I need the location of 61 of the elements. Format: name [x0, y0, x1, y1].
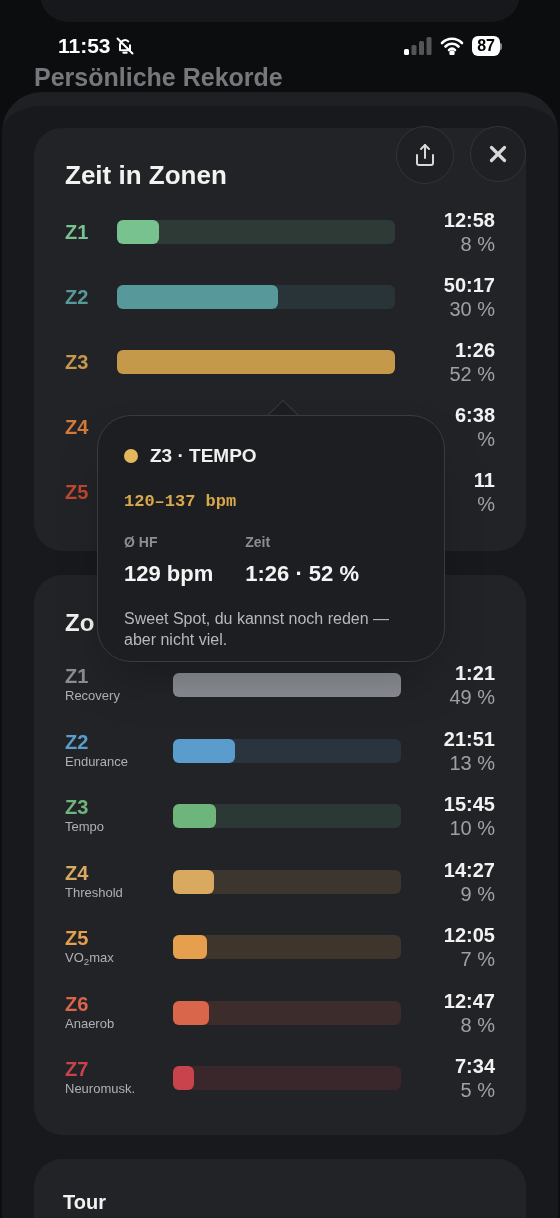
zone-time: 12:05 [443, 923, 495, 948]
zone-name: Threshold [65, 883, 124, 902]
zone-percent: 10 % [449, 816, 495, 841]
zone-time: 1:21 [454, 661, 495, 686]
zone-name: Neuromusk. [65, 1080, 137, 1099]
zone-percent: 7 % [460, 947, 495, 972]
zone-label: Z3 [65, 350, 90, 375]
zone-percent: 30 % [449, 297, 495, 321]
zone-name: Recovery [65, 687, 121, 706]
zone-label: Z5 [65, 480, 90, 505]
card-title: Tour [63, 1190, 106, 1213]
zone-label: Z3 [65, 796, 90, 819]
zone-time: 7:34 [454, 1054, 495, 1079]
zone-name: Endurance [65, 752, 129, 771]
zone-label: Z1 [65, 665, 90, 688]
zone-time: 12:47 [443, 988, 495, 1013]
zone-label: Z6 [65, 992, 90, 1015]
heart-rate-range: 120–137 bpm [124, 490, 238, 513]
zone-percent: % [477, 492, 495, 516]
zone-time: 14:27 [443, 857, 495, 882]
zone-name: VO$_{2}$max [65, 949, 115, 968]
card-title: Zo [65, 608, 95, 638]
close-button[interactable] [470, 126, 526, 182]
zone-label: Z1 [65, 220, 90, 245]
card-title: Zeit in Zonen [65, 158, 227, 192]
tooltip-title: Z3 · TEMPO [150, 444, 257, 468]
zone-time: 12:58 [443, 208, 495, 232]
status-time: 11:53 [58, 33, 111, 60]
wifi-icon [440, 37, 465, 55]
zone-time: 11 [473, 468, 495, 492]
zone-label: Z4 [65, 415, 90, 440]
zone-percent: % [477, 427, 495, 451]
zone-time: 1:26 [454, 338, 495, 362]
stat-label: Zeit [245, 533, 272, 552]
background-heading: Persönliche Rekorde [33, 64, 284, 90]
battery-indicator: 87 [472, 36, 502, 56]
zone-percent: 5 % [460, 1078, 495, 1103]
stat-value: 1:26 · 52 % [245, 560, 359, 588]
zone-percent: 8 % [460, 1012, 495, 1037]
zone-time: 15:45 [443, 792, 495, 817]
stat-value: 129 bpm [124, 560, 214, 588]
zone-label: Z7 [65, 1058, 90, 1081]
zone-time: 6:38 [454, 403, 495, 427]
zone-time: 50:17 [443, 273, 495, 297]
share-icon [413, 143, 437, 167]
zone-percent: 8 % [460, 232, 495, 256]
zone-percent: 49 % [449, 685, 495, 710]
zone-label: Z2 [65, 285, 90, 310]
zone-label: Z5 [65, 927, 90, 950]
zone-description: Sweet Spot, du kannst noch reden — aber nicht viel. [124, 609, 391, 650]
zone-label: Z2 [65, 730, 90, 753]
zone-percent: 9 % [460, 881, 495, 906]
stat-label: Ø HF [124, 533, 159, 552]
muted-bell-icon [114, 36, 135, 56]
signal-icon [404, 37, 433, 55]
zone-name: Tempo [65, 818, 106, 837]
zone-percent: 13 % [449, 750, 495, 775]
zone-label: Z4 [65, 861, 90, 884]
zone-name: Anaerob [65, 1014, 116, 1033]
zone-time: 21:51 [443, 726, 495, 751]
zone-percent: 52 % [449, 362, 495, 386]
